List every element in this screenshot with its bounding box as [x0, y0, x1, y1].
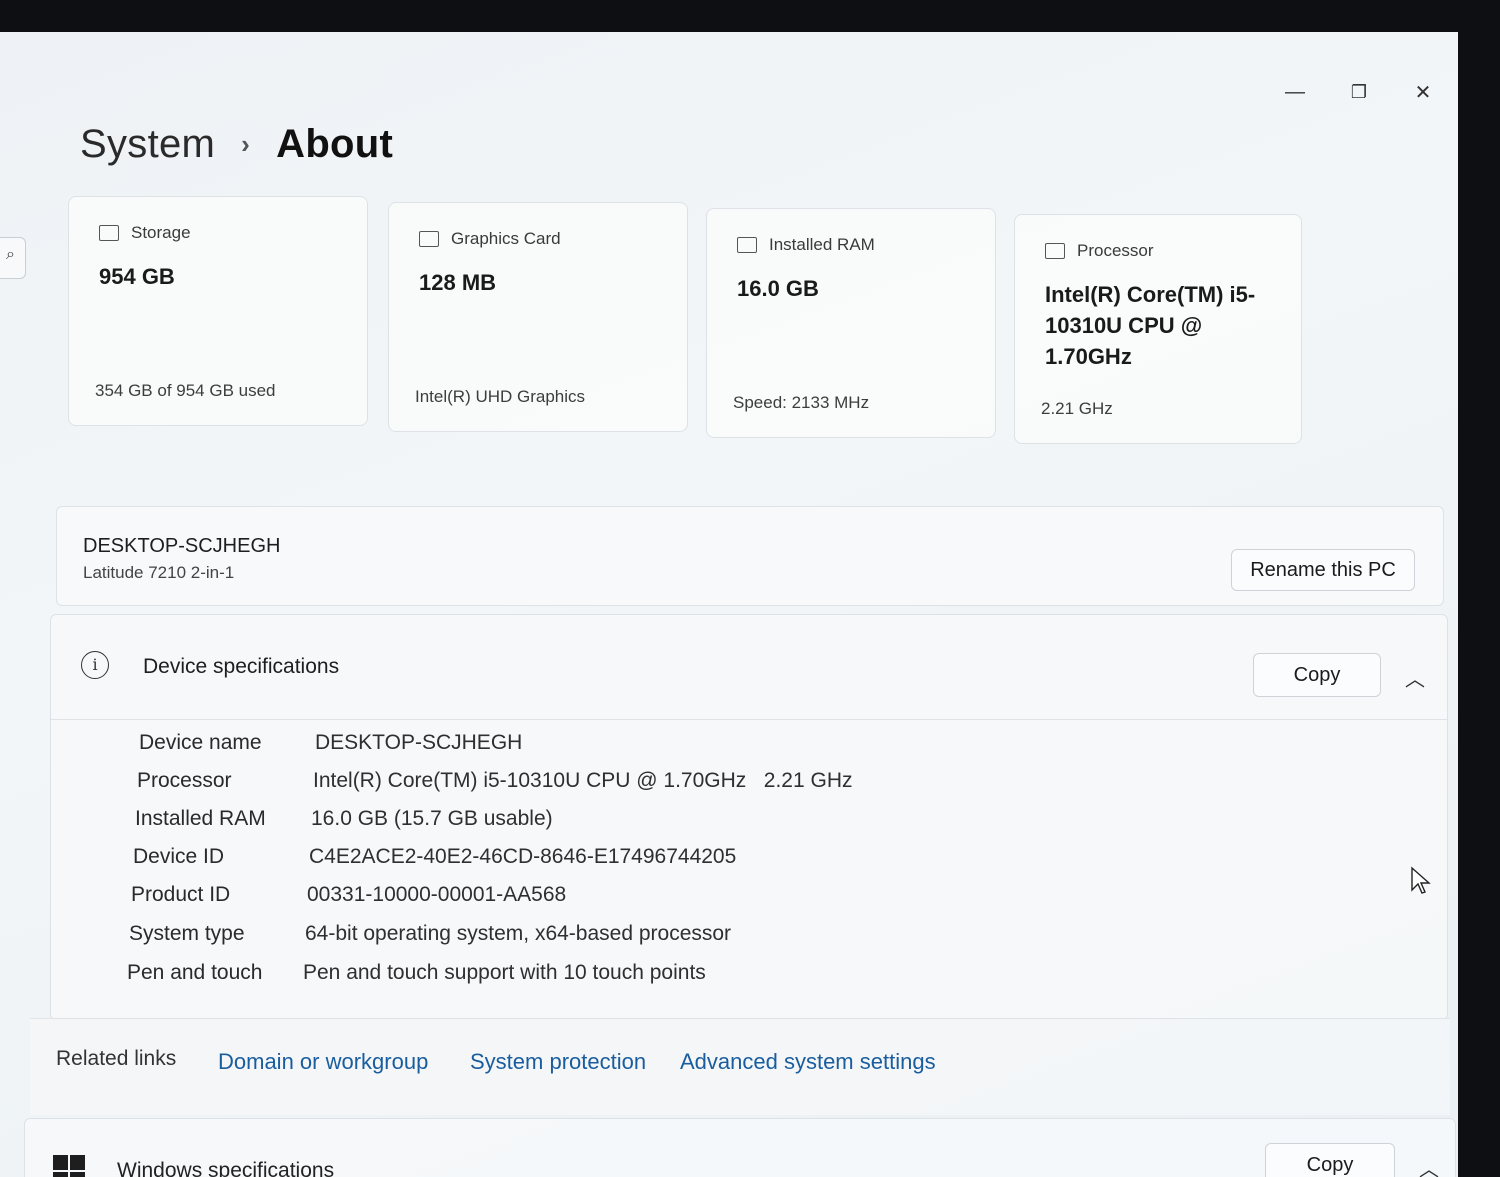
settings-window: — ❐ ✕ ⌕ System › About Storage 954 GB 35… — [0, 32, 1458, 1177]
copy-device-specs-button[interactable]: Copy — [1253, 653, 1381, 697]
advanced-system-settings-link[interactable]: Advanced system settings — [680, 1049, 936, 1075]
spec-key: Device ID — [133, 845, 225, 868]
storage-icon — [99, 225, 119, 241]
graphics-card-label: Graphics Card — [419, 229, 561, 249]
info-icon: i — [81, 651, 109, 679]
device-specifications-panel: i Device specifications Copy ︿ Device na… — [50, 614, 1448, 1020]
close-icon: ✕ — [1414, 81, 1432, 104]
graphics-card[interactable]: Graphics Card 128 MB Intel(R) UHD Graphi… — [388, 202, 688, 432]
domain-or-workgroup-link[interactable]: Domain or workgroup — [218, 1049, 428, 1075]
minimize-icon: — — [1285, 80, 1305, 103]
device-specifications-header[interactable]: i Device specifications Copy ︿ — [51, 615, 1447, 720]
pc-model: Latitude 7210 2-in-1 — [83, 563, 235, 582]
copy-windows-specs-button[interactable]: Copy — [1265, 1143, 1395, 1177]
spec-key: Product ID — [131, 883, 231, 906]
search-box[interactable]: ⌕ — [0, 237, 26, 279]
chevron-up-icon[interactable]: ︿ — [1405, 663, 1425, 692]
spec-value: 00331-10000-00001-AA568 — [307, 883, 567, 906]
storage-value: 954 GB — [99, 264, 175, 289]
processor-card-label: Processor — [1045, 241, 1154, 261]
graphics-memory-value: 128 MB — [419, 270, 497, 295]
ram-card-label: Installed RAM — [737, 235, 875, 255]
spec-value: 64-bit operating system, x64-based proce… — [305, 922, 732, 945]
ram-icon — [737, 237, 757, 253]
device-specifications-title: Device specifications — [143, 655, 340, 678]
minimize-button[interactable]: — — [1272, 76, 1318, 108]
spec-row-device-id: Device ID C4E2ACE2-40E2-46CD-8646-E174967… — [133, 845, 1133, 883]
related-links-bar: Related links Domain or workgroup System… — [30, 1018, 1450, 1115]
spec-row-product-id: Product ID 00331-10000-00001-AA568 — [131, 883, 1131, 921]
close-button[interactable]: ✕ — [1400, 76, 1446, 108]
processor-card[interactable]: Processor Intel(R) Core(TM) i5-10310U CP… — [1014, 214, 1302, 444]
spec-value: 16.0 GB (15.7 GB usable) — [311, 807, 553, 830]
windows-specifications-title: Windows specifications — [117, 1159, 335, 1177]
spec-row-device-name: Device name DESKTOP-SCJHEGH — [139, 731, 1139, 769]
chevron-up-icon[interactable]: ︿ — [1419, 1153, 1439, 1177]
spec-value: Pen and touch support with 10 touch poin… — [303, 961, 706, 984]
ram-value: 16.0 GB — [737, 276, 819, 301]
related-links-title: Related links — [56, 1047, 177, 1070]
spec-row-installed-ram: Installed RAM 16.0 GB (15.7 GB usable) — [135, 807, 1135, 845]
spec-key: System type — [129, 922, 245, 945]
spec-row-processor: Processor Intel(R) Core(TM) i5-10310U CPU… — [137, 769, 1137, 807]
spec-row-pen-and-touch: Pen and touch Pen and touch support with … — [127, 961, 1127, 999]
processor-icon — [1045, 243, 1065, 259]
rename-pc-button[interactable]: Rename this PC — [1231, 549, 1415, 591]
chevron-right-icon: › — [241, 129, 251, 159]
page-title: About — [276, 122, 394, 166]
breadcrumb-system[interactable]: System — [80, 122, 215, 167]
processor-label-text: Processor — [1077, 241, 1154, 260]
pc-name-panel: DESKTOP-SCJHEGH Latitude 7210 2-in-1 Ren… — [56, 506, 1444, 606]
storage-usage: 354 GB of 954 GB used — [95, 381, 276, 400]
spec-key: Pen and touch — [127, 961, 263, 984]
spec-value: C4E2ACE2-40E2-46CD-8646-E17496744205 — [309, 845, 737, 868]
graphics-label-text: Graphics Card — [451, 229, 561, 248]
breadcrumb: System › About — [80, 122, 393, 167]
restore-button[interactable]: ❐ — [1336, 76, 1382, 108]
windows-logo-icon — [53, 1155, 85, 1177]
ram-card[interactable]: Installed RAM 16.0 GB Speed: 2133 MHz — [706, 208, 996, 438]
restore-icon: ❐ — [1350, 81, 1368, 102]
ram-speed: Speed: 2133 MHz — [733, 393, 870, 412]
search-icon: ⌕ — [6, 246, 15, 263]
pc-name: DESKTOP-SCJHEGH — [83, 535, 281, 557]
graphics-adapter-name: Intel(R) UHD Graphics — [415, 387, 586, 406]
spec-row-system-type: System type 64-bit operating system, x64-… — [129, 922, 1129, 960]
spec-key: Processor — [137, 769, 232, 792]
spec-value: DESKTOP-SCJHEGH — [315, 731, 523, 754]
spec-key: Installed RAM — [135, 807, 266, 830]
spec-key: Device name — [139, 731, 262, 754]
system-protection-link[interactable]: System protection — [470, 1049, 646, 1075]
processor-speed: 2.21 GHz — [1041, 399, 1113, 418]
storage-card-label: Storage — [99, 223, 191, 243]
processor-value: Intel(R) Core(TM) i5-10310U CPU @ 1.70GH… — [1045, 282, 1256, 369]
graphics-card-icon — [419, 231, 439, 247]
storage-label-text: Storage — [131, 223, 191, 242]
windows-specifications-panel[interactable]: Windows specifications Copy ︿ — [24, 1118, 1456, 1177]
storage-card[interactable]: Storage 954 GB 354 GB of 954 GB used — [68, 196, 368, 426]
spec-value: Intel(R) Core(TM) i5-10310U CPU @ 1.70GH… — [313, 769, 853, 792]
ram-label-text: Installed RAM — [769, 235, 875, 254]
